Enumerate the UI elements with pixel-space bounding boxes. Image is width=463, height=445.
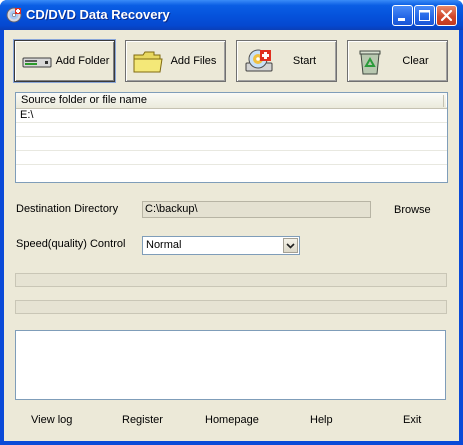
chevron-down-icon <box>286 243 295 249</box>
window-title: CD/DVD Data Recovery <box>26 7 170 22</box>
list-item[interactable] <box>16 137 447 151</box>
clear-button[interactable]: Clear <box>347 40 448 82</box>
view-log-link[interactable]: View log <box>31 414 72 426</box>
speed-select[interactable]: Normal <box>142 236 300 255</box>
add-folder-button[interactable]: Add Folder <box>14 40 115 82</box>
client-area: Add Folder Add Files Start Clear Source … <box>4 30 459 441</box>
register-link[interactable]: Register <box>122 414 163 426</box>
maximize-button[interactable] <box>414 5 435 26</box>
list-item[interactable] <box>16 165 447 178</box>
minimize-icon <box>398 18 405 21</box>
add-folder-label: Add Folder <box>55 55 110 67</box>
exit-link[interactable]: Exit <box>403 414 421 426</box>
recycle-bin-icon <box>359 50 381 75</box>
close-button[interactable] <box>436 5 457 26</box>
close-icon <box>440 9 453 22</box>
destination-label: Destination Directory <box>16 203 119 215</box>
add-files-label: Add Files <box>170 55 217 67</box>
start-label: Start <box>292 55 317 67</box>
drive-icon <box>22 57 52 68</box>
source-list[interactable]: Source folder or file name E:\ <box>15 92 448 183</box>
dropdown-button[interactable] <box>283 238 298 253</box>
disc-add-icon <box>245 49 273 72</box>
app-icon <box>6 7 22 23</box>
destination-field: C:\backup\ <box>142 201 371 218</box>
source-list-header[interactable]: Source folder or file name <box>16 93 447 109</box>
list-item[interactable] <box>16 151 447 165</box>
source-column-header: Source folder or file name <box>21 94 147 106</box>
window-border-right <box>459 30 463 445</box>
column-divider <box>443 95 447 107</box>
browse-button[interactable]: Browse <box>394 204 431 216</box>
homepage-link[interactable]: Homepage <box>205 414 259 426</box>
add-files-button[interactable]: Add Files <box>125 40 226 82</box>
start-button[interactable]: Start <box>236 40 337 82</box>
list-item[interactable] <box>16 123 447 137</box>
speed-selected-value: Normal <box>146 239 182 251</box>
window-border-bottom <box>0 441 463 445</box>
maximize-icon <box>419 10 430 21</box>
list-item[interactable]: E:\ <box>16 109 447 123</box>
title-bar[interactable]: CD/DVD Data Recovery <box>0 0 463 30</box>
folder-icon <box>133 51 163 73</box>
log-area[interactable] <box>15 330 446 400</box>
help-link[interactable]: Help <box>310 414 333 426</box>
progress-bar-2 <box>15 300 447 314</box>
progress-bar-1 <box>15 273 447 287</box>
app-window: CD/DVD Data Recovery Add Folder Add File… <box>0 0 463 445</box>
speed-label: Speed(quality) Control <box>16 238 126 250</box>
minimize-button[interactable] <box>392 5 413 26</box>
clear-label: Clear <box>402 55 429 67</box>
